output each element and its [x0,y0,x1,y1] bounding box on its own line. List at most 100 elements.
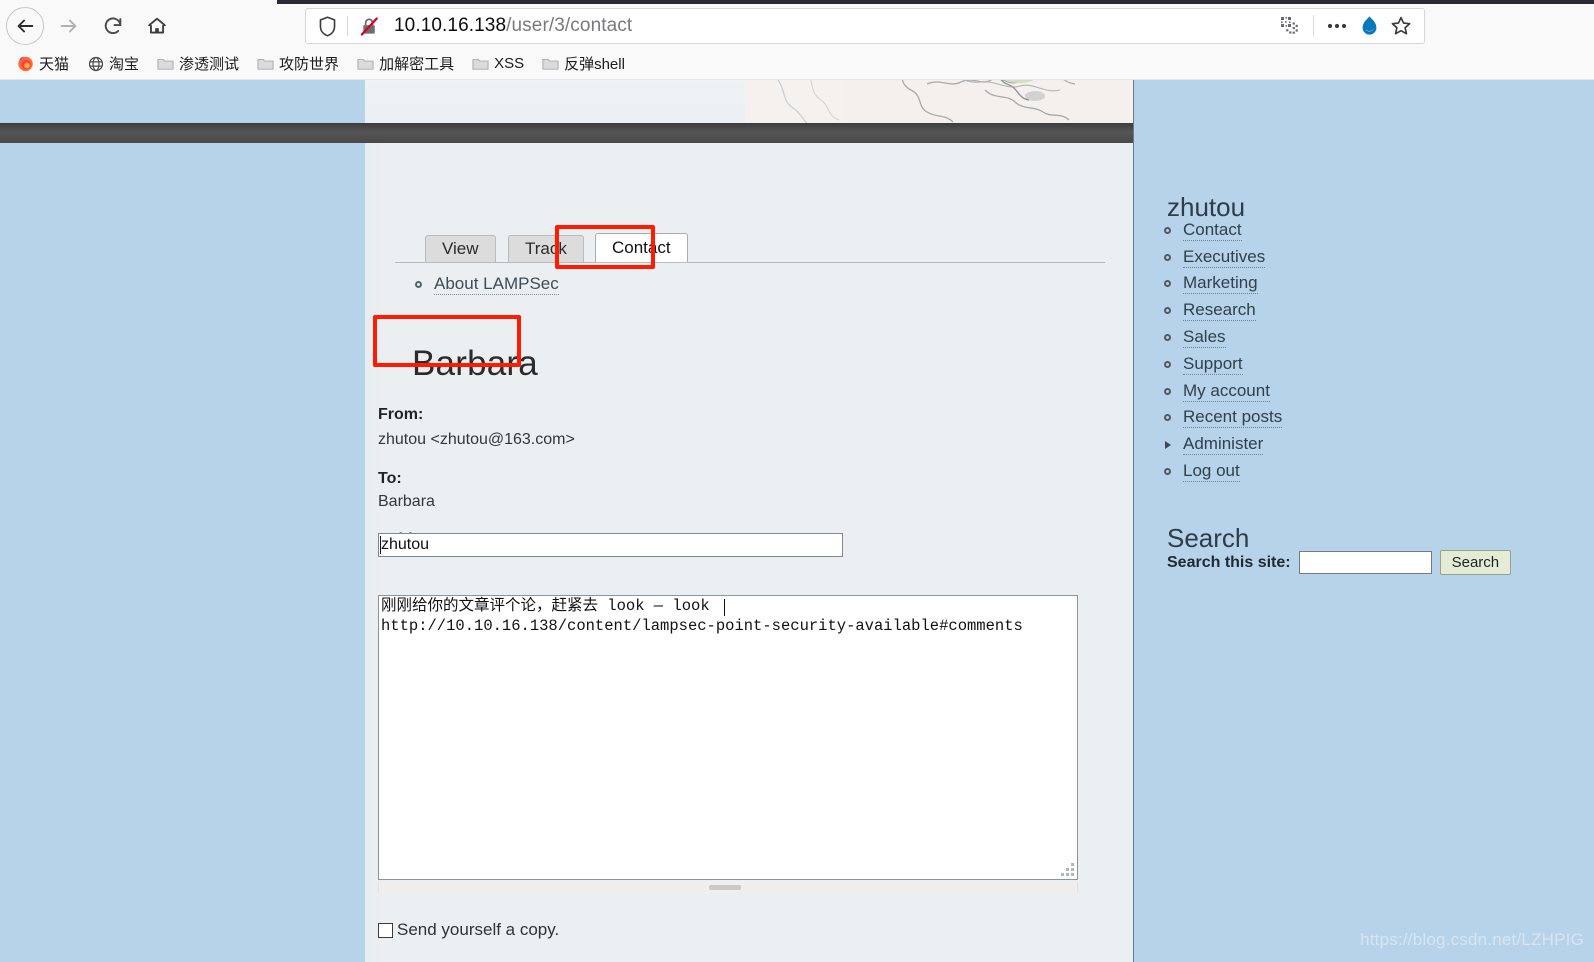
bookmark-label: 加解密工具 [379,56,455,73]
bullet-icon [1164,253,1171,261]
urlbar-actions-divider [1313,15,1314,37]
forward-button[interactable] [50,7,88,45]
bookmark-folder[interactable]: 渗透测试 [154,51,242,76]
sidebar-item-label[interactable]: Contact [1183,220,1242,241]
folder-icon [472,55,489,72]
back-arrow-icon [17,19,34,33]
bullet-icon [1164,360,1171,368]
message-caret [724,599,725,616]
reload-icon [104,17,122,35]
drupal-droplet-icon[interactable] [1354,11,1384,41]
sidebar-item-label[interactable]: Marketing [1183,273,1258,295]
qr-code-icon[interactable] [1275,11,1305,41]
to-label: To: [378,470,402,487]
sidebar-item-label[interactable]: Recent posts [1183,407,1283,429]
bookmark-label: XSS [494,55,525,72]
tab-label: Track [525,239,567,258]
scrollbar-thumb[interactable] [709,885,741,890]
sidebar-item-research[interactable]: Research [1164,297,1282,324]
bookmark-label: 攻防世界 [279,56,340,73]
sidebar-item-label[interactable]: Log out [1183,461,1240,483]
sidebar-item-label[interactable]: Support [1183,354,1243,375]
bullet-icon [1164,468,1171,476]
forward-arrow-icon [60,19,77,33]
address-bar[interactable]: 10.10.16.138/user/3/contact [305,8,1425,44]
bullet-icon [1164,387,1171,395]
bookmark-folder[interactable]: 反弹shell [539,51,628,76]
bookmark-folder[interactable]: 攻防世界 [254,51,342,76]
folder-icon [357,55,374,72]
url-text: 10.10.16.138/user/3/contact [394,15,632,37]
breadcrumb-link[interactable]: About LAMPSec [434,274,559,295]
tracking-shield-icon[interactable] [318,15,337,37]
send-copy-label: Send yourself a copy. [397,920,560,939]
home-icon [148,17,166,34]
message-textarea-value: 刚刚给你的文章评个论，赶紧去 look — look http://10.10.… [381,597,1023,635]
tab-contact[interactable]: Contact [595,233,688,262]
sidebar-item-recent-posts[interactable]: Recent posts [1164,405,1283,432]
bookmark-label: 淘宝 [109,56,140,73]
chevron-right-icon [1165,440,1171,449]
more-actions-icon[interactable] [1322,11,1352,41]
message-textarea[interactable]: 刚刚给你的文章评个论，赶紧去 look — look http://10.10.… [378,595,1078,880]
lock-broken-icon[interactable] [359,16,380,37]
browser-chrome: 10.10.16.138/user/3/contact 天猫 淘宝 渗透测试 攻… [0,0,1594,80]
sidebar-item-label[interactable]: Sales [1183,327,1226,349]
sidebar-item-label[interactable]: Executives [1183,247,1266,268]
search-button[interactable]: Search [1439,550,1512,575]
sidebar-item-contact[interactable]: Contact [1164,217,1282,244]
screenshot-root: 10.10.16.138/user/3/contact 天猫 淘宝 渗透测试 攻… [0,0,1594,962]
back-button[interactable] [6,7,44,45]
folder-icon [257,55,274,72]
sidebar-item-marketing[interactable]: Marketing [1164,271,1282,298]
bookmark-label: 反弹shell [564,56,625,73]
globe-icon [87,55,104,72]
folder-icon [542,55,559,72]
reload-button[interactable] [94,7,132,45]
map-graphic [745,80,1133,123]
bookmarks-bar: 天猫 淘宝 渗透测试 攻防世界 加解密工具 XSS 反弹shell [0,48,1594,80]
search-label: Search this site: [1167,553,1291,571]
search-block-title: Search [1167,522,1250,553]
bookmark-item[interactable]: 天猫 [14,51,72,76]
sidebar-item-label[interactable]: Administer [1183,434,1264,456]
search-input[interactable] [1298,551,1432,574]
page-title: Barbara [412,344,538,384]
subject-input[interactable] [378,533,843,557]
sidebar-item-sales[interactable]: Sales [1164,324,1282,351]
sidebar-item-executives[interactable]: Executives [1164,244,1282,271]
tab-label: View [442,239,479,258]
header-map-image [365,80,1133,123]
bookmark-folder[interactable]: 加解密工具 [354,51,457,76]
bookmark-label: 天猫 [39,56,70,73]
main-content-column: View Track Contact About LAMPSec Barbara [365,80,1133,962]
sidebar-item-my-account[interactable]: My account [1164,378,1282,405]
header-map-fade [365,80,775,123]
tab-view[interactable]: View [425,235,496,262]
send-copy-checkbox[interactable] [378,922,393,938]
textarea-resize-grip[interactable] [1061,863,1074,876]
sidebar-item-log-out[interactable]: Log out [1164,458,1282,485]
bullet-icon [1164,226,1171,234]
bookmark-item[interactable]: 淘宝 [84,51,142,76]
bookmark-folder[interactable]: XSS [469,53,527,74]
breadcrumb: About LAMPSec [415,274,559,295]
bullet-icon [1164,414,1171,422]
content-tabs: View Track Contact [395,232,1133,262]
textarea-horizontal-scrollbar[interactable] [378,882,1078,893]
sidebar-item-label[interactable]: My account [1183,381,1270,402]
tab-track[interactable]: Track [508,235,584,262]
sidebar-item-support[interactable]: Support [1164,351,1282,378]
bookmark-star-icon[interactable] [1386,11,1416,41]
from-label: From: [378,406,424,423]
web-page: View Track Contact About LAMPSec Barbara [0,80,1594,962]
sidebar-item-label[interactable]: Research [1183,300,1256,322]
from-value: zhutou <zhutou@163.com> [378,431,575,448]
send-copy-checkbox-row[interactable]: Send yourself a copy. [378,920,559,940]
to-value: Barbara [378,493,435,510]
bullet-icon [1164,307,1171,315]
url-host: 10.10.16.138 [394,15,507,36]
folder-icon [157,55,174,72]
sidebar-item-administer[interactable]: Administer [1164,431,1282,458]
home-button[interactable] [138,7,176,45]
